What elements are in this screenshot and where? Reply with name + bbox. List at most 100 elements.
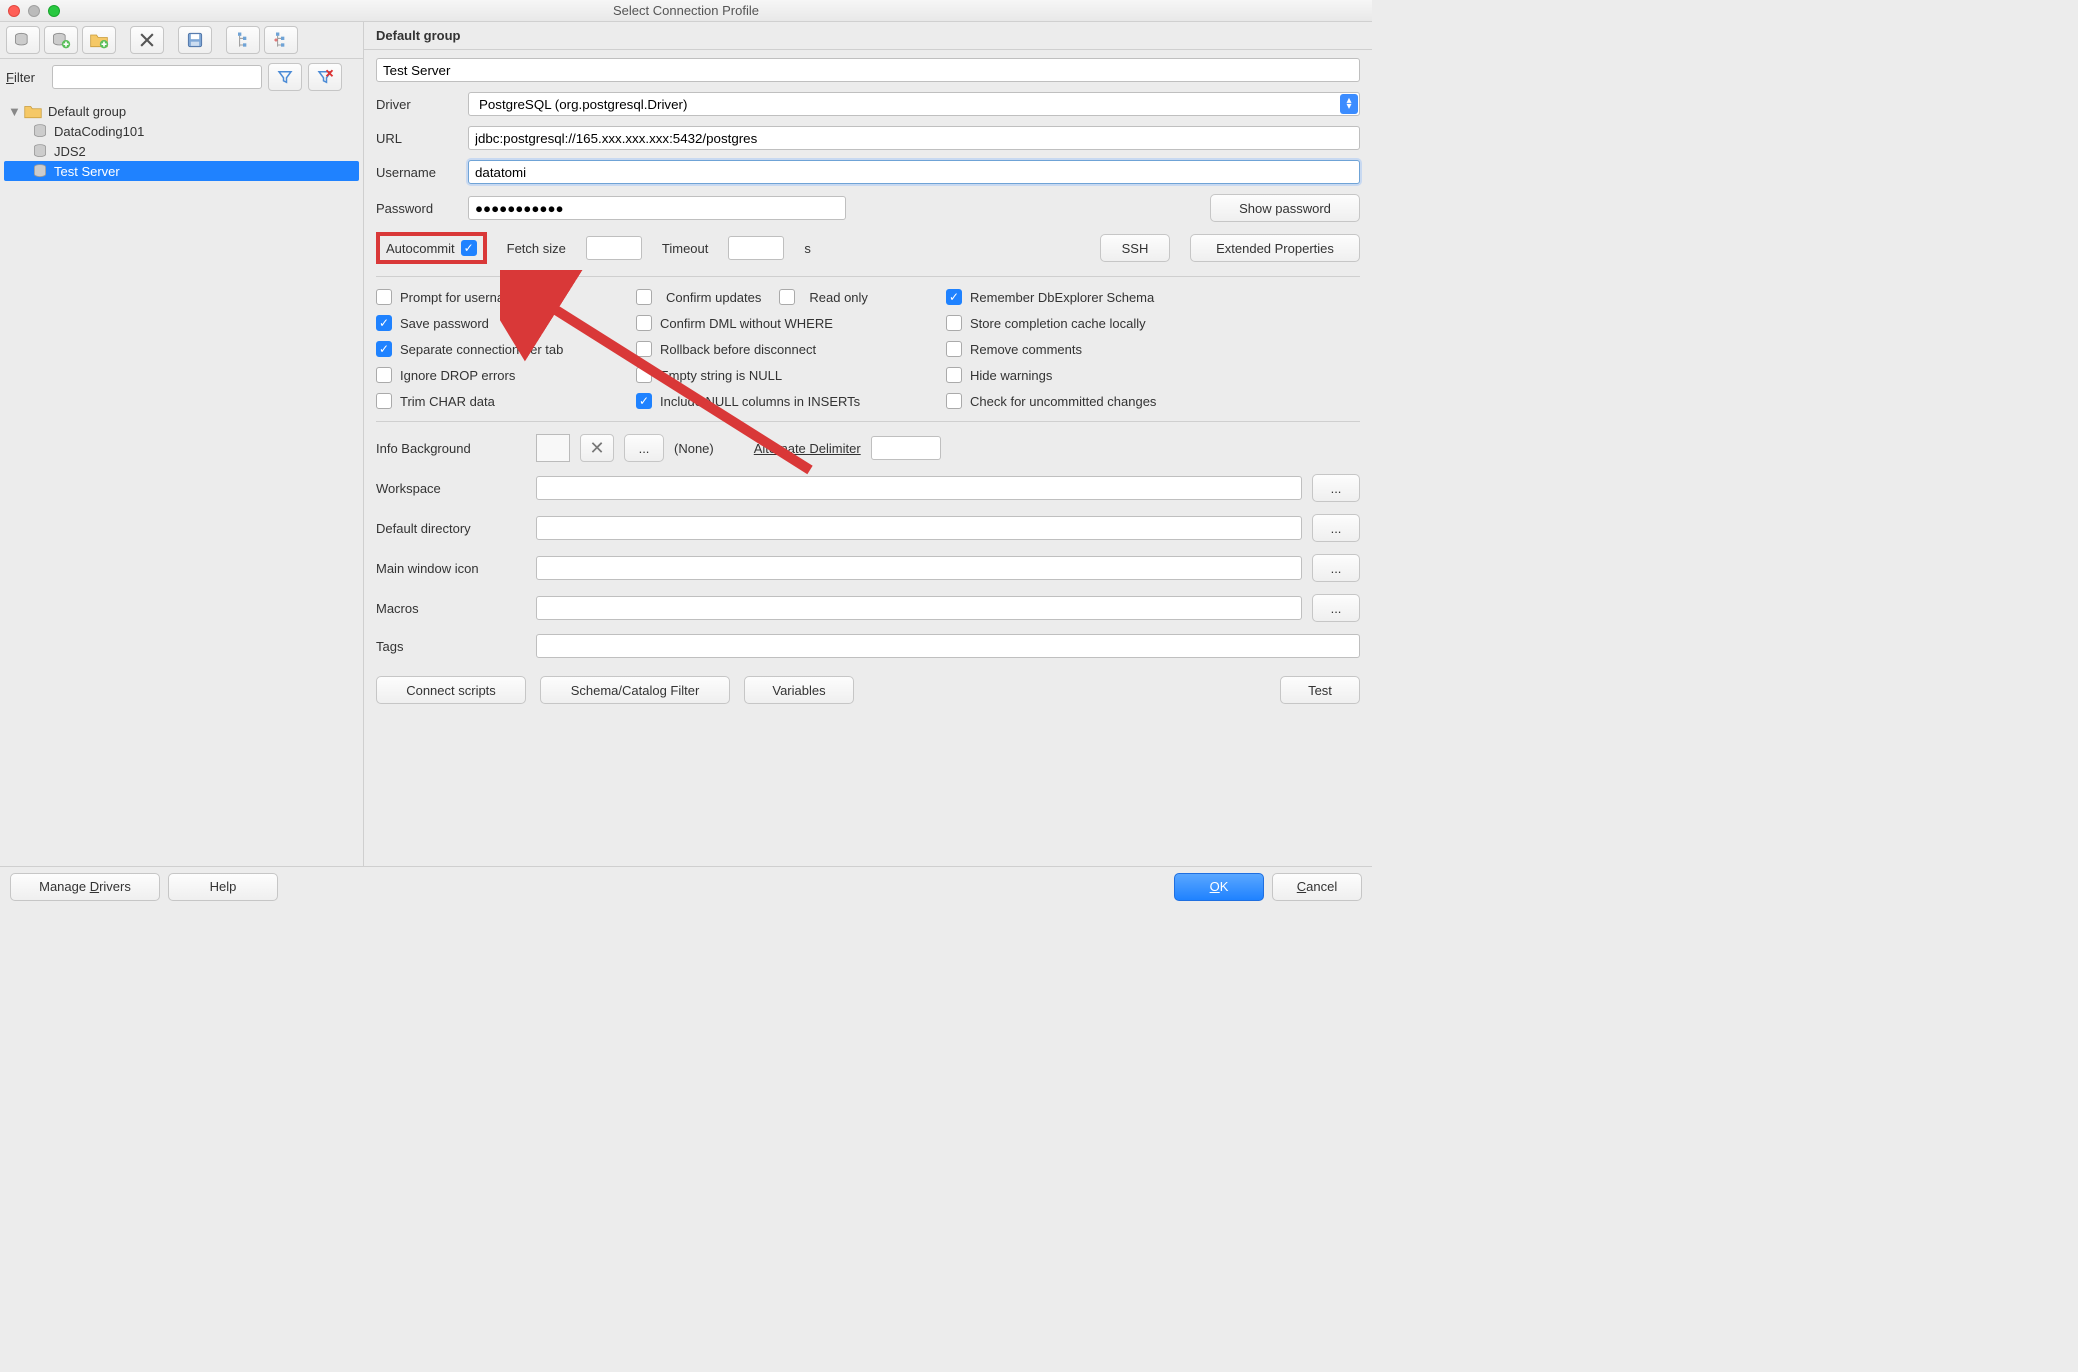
tags-input[interactable] xyxy=(536,634,1360,658)
copy-profile-button[interactable] xyxy=(44,26,78,54)
opt-label: Trim CHAR data xyxy=(400,394,495,409)
trim-char-data-checkbox[interactable] xyxy=(376,393,392,409)
new-profile-button[interactable] xyxy=(6,26,40,54)
clear-filter-button[interactable] xyxy=(308,63,342,91)
default-directory-browse-button[interactable]: ... xyxy=(1312,514,1360,542)
schema-catalog-filter-button[interactable]: Schema/Catalog Filter xyxy=(540,676,730,704)
opt-label: Save password xyxy=(400,316,489,331)
tree-item-label: DataCoding101 xyxy=(54,124,144,139)
window-title: Select Connection Profile xyxy=(613,3,759,18)
left-pane: Filter ▼ Default group DataCoding101 JDS… xyxy=(0,22,364,866)
driver-label: Driver xyxy=(376,97,468,112)
bottom-bar: Manage Drivers Help OK Cancel xyxy=(0,866,1372,906)
confirm-updates-checkbox[interactable] xyxy=(636,289,652,305)
info-background-label: Info Background xyxy=(376,441,526,456)
variables-button[interactable]: Variables xyxy=(744,676,854,704)
group-header: Default group xyxy=(364,22,1372,50)
macros-input[interactable] xyxy=(536,596,1302,620)
extended-properties-button[interactable]: Extended Properties xyxy=(1190,234,1360,262)
save-profiles-button[interactable] xyxy=(178,26,212,54)
include-null-inserts-checkbox[interactable] xyxy=(636,393,652,409)
autocommit-checkbox[interactable] xyxy=(461,240,477,256)
database-icon xyxy=(32,123,48,139)
opt-label: Include NULL columns in INSERTs xyxy=(660,394,860,409)
chevron-updown-icon[interactable]: ▴▾ xyxy=(1340,94,1358,114)
tree-group[interactable]: ▼ Default group xyxy=(4,101,359,121)
ok-button[interactable]: OK xyxy=(1174,873,1264,901)
window-zoom-icon[interactable] xyxy=(48,5,60,17)
alternate-delimiter-input[interactable] xyxy=(871,436,941,460)
empty-string-null-checkbox[interactable] xyxy=(636,367,652,383)
tree-item-test-server[interactable]: Test Server xyxy=(4,161,359,181)
expand-tree-button[interactable] xyxy=(264,26,298,54)
workspace-label: Workspace xyxy=(376,481,526,496)
opt-label: Remember DbExplorer Schema xyxy=(970,290,1154,305)
folder-icon xyxy=(24,103,42,119)
password-input[interactable] xyxy=(468,196,846,220)
read-only-checkbox[interactable] xyxy=(779,289,795,305)
titlebar: Select Connection Profile xyxy=(0,0,1372,22)
options-grid: Prompt for username Confirm updates Read… xyxy=(376,289,1360,409)
check-uncommitted-checkbox[interactable] xyxy=(946,393,962,409)
collapse-tree-button[interactable] xyxy=(226,26,260,54)
driver-select[interactable] xyxy=(468,92,1360,116)
ignore-drop-errors-checkbox[interactable] xyxy=(376,367,392,383)
save-password-checkbox[interactable] xyxy=(376,315,392,331)
username-input[interactable] xyxy=(468,160,1360,184)
store-completion-cache-checkbox[interactable] xyxy=(946,315,962,331)
opt-label: Prompt for username xyxy=(400,290,522,305)
prompt-username-checkbox[interactable] xyxy=(376,289,392,305)
info-background-color-picker[interactable] xyxy=(536,434,570,462)
workspace-input[interactable] xyxy=(536,476,1302,500)
profile-toolbar xyxy=(0,22,363,59)
main-window-icon-input[interactable] xyxy=(536,556,1302,580)
macros-browse-button[interactable]: ... xyxy=(1312,594,1360,622)
hide-warnings-checkbox[interactable] xyxy=(946,367,962,383)
manage-drivers-button[interactable]: Manage Drivers xyxy=(10,873,160,901)
tree-item-label: JDS2 xyxy=(54,144,86,159)
confirm-dml-checkbox[interactable] xyxy=(636,315,652,331)
connect-scripts-button[interactable]: Connect scripts xyxy=(376,676,526,704)
default-directory-label: Default directory xyxy=(376,521,526,536)
profile-tree[interactable]: ▼ Default group DataCoding101 JDS2 Test … xyxy=(0,95,363,866)
separate-connection-checkbox[interactable] xyxy=(376,341,392,357)
cancel-button[interactable]: Cancel xyxy=(1272,873,1362,901)
alternate-delimiter-link[interactable]: Alternate Delimiter xyxy=(754,441,861,456)
show-password-button[interactable]: Show password xyxy=(1210,194,1360,222)
new-group-button[interactable] xyxy=(82,26,116,54)
autocommit-highlight: Autocommit xyxy=(376,232,487,264)
default-directory-input[interactable] xyxy=(536,516,1302,540)
clear-info-background-button[interactable]: ✕ xyxy=(580,434,614,462)
ssh-button[interactable]: SSH xyxy=(1100,234,1170,262)
opt-label: Remove comments xyxy=(970,342,1082,357)
fetch-size-input[interactable] xyxy=(586,236,642,260)
opt-label: Confirm updates xyxy=(666,290,761,305)
help-button[interactable]: Help xyxy=(168,873,278,901)
disclosure-triangle-icon[interactable]: ▼ xyxy=(8,104,18,119)
info-background-more-button[interactable]: ... xyxy=(624,434,664,462)
opt-label: Ignore DROP errors xyxy=(400,368,515,383)
fetch-size-label: Fetch size xyxy=(507,241,566,256)
rollback-disconnect-checkbox[interactable] xyxy=(636,341,652,357)
window-close-icon[interactable] xyxy=(8,5,20,17)
filter-input[interactable] xyxy=(52,65,262,89)
remember-schema-checkbox[interactable] xyxy=(946,289,962,305)
tree-item-jds2[interactable]: JDS2 xyxy=(4,141,359,161)
workspace-browse-button[interactable]: ... xyxy=(1312,474,1360,502)
timeout-input[interactable] xyxy=(728,236,784,260)
tree-item-datacoding101[interactable]: DataCoding101 xyxy=(4,121,359,141)
delete-profile-button[interactable] xyxy=(130,26,164,54)
tree-item-label: Test Server xyxy=(54,164,120,179)
test-button[interactable]: Test xyxy=(1280,676,1360,704)
main-window-icon-browse-button[interactable]: ... xyxy=(1312,554,1360,582)
tags-label: Tags xyxy=(376,639,526,654)
url-input[interactable] xyxy=(468,126,1360,150)
remove-comments-checkbox[interactable] xyxy=(946,341,962,357)
opt-label: Check for uncommitted changes xyxy=(970,394,1156,409)
tree-group-label: Default group xyxy=(48,104,126,119)
opt-label: Hide warnings xyxy=(970,368,1052,383)
opt-label: Read only xyxy=(809,290,868,305)
profile-name-input[interactable] xyxy=(376,58,1360,82)
info-background-none: (None) xyxy=(674,441,714,456)
apply-filter-button[interactable] xyxy=(268,63,302,91)
